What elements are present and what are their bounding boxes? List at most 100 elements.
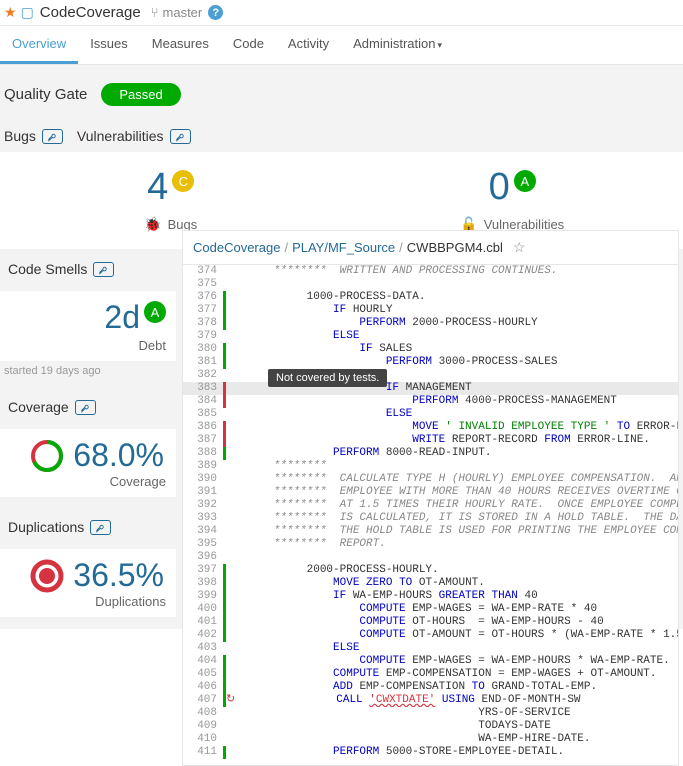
line-number: 402 [183, 629, 223, 642]
line-number: 408 [183, 707, 223, 720]
breadcrumb-root[interactable]: CodeCoverage [193, 240, 280, 255]
line-number: 377 [183, 304, 223, 317]
code-line[interactable]: 395 ******** REPORT. [183, 538, 678, 551]
code-line[interactable]: 398 MOVE ZERO TO OT-AMOUNT. [183, 577, 678, 590]
key-icon[interactable] [170, 129, 191, 144]
code-line[interactable]: 390 ******** CALCULATE TYPE H (HOURLY) E… [183, 473, 678, 486]
line-number: 407 [183, 694, 223, 707]
code-line[interactable]: 402 COMPUTE OT-AMOUNT = OT-HOURS * (WA-E… [183, 629, 678, 642]
code-line[interactable]: 411 PERFORM 5000-STORE-EMPLOYEE-DETAIL. [183, 746, 678, 759]
dup-donut-icon [29, 558, 65, 594]
favorite-outline-icon[interactable]: ☆ [513, 239, 526, 256]
key-icon[interactable] [93, 262, 114, 277]
tab-administration[interactable]: Administration▾ [341, 26, 454, 64]
code-text: PERFORM 4000-PROCESS-MANAGEMENT [234, 395, 678, 408]
tab-overview[interactable]: Overview [0, 26, 78, 64]
coverage-marker [223, 265, 226, 278]
code-line[interactable]: 387 WRITE REPORT-RECORD FROM ERROR-LINE. [183, 434, 678, 447]
code-line[interactable]: 378 PERFORM 2000-PROCESS-HOURLY [183, 317, 678, 330]
dup-label: Duplications [0, 594, 166, 609]
coverage-marker [223, 603, 226, 616]
code-line[interactable]: 403 ELSE [183, 642, 678, 655]
coverage-marker [223, 525, 226, 538]
code-text: TODAYS-DATE [234, 720, 678, 733]
code-line[interactable]: 377 IF HOURLY [183, 304, 678, 317]
code-line[interactable]: 408 YRS-OF-SERVICE [183, 707, 678, 720]
code-text: YRS-OF-SERVICE [234, 707, 678, 720]
coverage-marker [223, 343, 226, 356]
code-line[interactable]: 389 ******** [183, 460, 678, 473]
bugs-metric[interactable]: 4 C 🐞Bugs [0, 168, 342, 233]
code-line[interactable]: 410 WA-EMP-HIRE-DATE. [183, 733, 678, 746]
code-line[interactable]: 394 ******** THE HOLD TABLE IS USED FOR … [183, 525, 678, 538]
line-number: 399 [183, 590, 223, 603]
code-text: MOVE ZERO TO OT-AMOUNT. [234, 577, 678, 590]
coverage-marker [223, 629, 226, 642]
coverage-marker [223, 668, 226, 681]
code-line[interactable]: 404 COMPUTE EMP-WAGES = WA-EMP-HOURS * W… [183, 655, 678, 668]
code-line[interactable]: 409 TODAYS-DATE [183, 720, 678, 733]
tab-measures[interactable]: Measures [140, 26, 221, 64]
help-icon[interactable]: ? [208, 5, 223, 20]
line-number: 383 [183, 382, 223, 395]
code-line[interactable]: 407↻ CALL 'CWXTDATE' USING END-OF-MONTH-… [183, 694, 678, 707]
code-line[interactable]: 400 COMPUTE EMP-WAGES = WA-EMP-RATE * 40 [183, 603, 678, 616]
coverage-label: Coverage [0, 474, 166, 489]
code-line[interactable]: 376 1000-PROCESS-DATA. [183, 291, 678, 304]
tab-issues[interactable]: Issues [78, 26, 140, 64]
code-text: ******** THE HOLD TABLE IS USED FOR PRIN… [234, 525, 678, 538]
coverage-marker [223, 330, 226, 343]
line-number: 387 [183, 434, 223, 447]
code-line[interactable]: 392 ******** AT 1.5 TIMES THEIR HOURLY R… [183, 499, 678, 512]
issue-marker-icon[interactable]: ↻ [226, 694, 235, 707]
key-icon[interactable] [75, 400, 96, 415]
key-icon[interactable] [90, 520, 111, 535]
line-number: 403 [183, 642, 223, 655]
vuln-title: Vulnerabilities [77, 128, 164, 144]
favorite-icon[interactable]: ★ [4, 4, 17, 21]
code-line[interactable]: 393 ******** IS CALCULATED, IT IS STORED… [183, 512, 678, 525]
code-line[interactable]: 401 COMPUTE OT-HOURS = WA-EMP-HOURS - 40 [183, 616, 678, 629]
code-line[interactable]: 380 IF SALES [183, 343, 678, 356]
coverage-marker [223, 551, 226, 564]
code-line[interactable]: 391 ******** EMPLOYEE WITH MORE THAN 40 … [183, 486, 678, 499]
code-text: COMPUTE EMP-WAGES = WA-EMP-RATE * 40 [234, 603, 678, 616]
code-line[interactable]: 382 ELSE [183, 369, 678, 382]
code-line[interactable]: 381 PERFORM 3000-PROCESS-SALES [183, 356, 678, 369]
code-line[interactable]: 396 [183, 551, 678, 564]
dup-panel[interactable]: 36.5% Duplications [0, 549, 176, 617]
coverage-marker [223, 473, 226, 486]
coverage-marker [223, 564, 226, 577]
code-area[interactable]: 374 ******** WRITTEN AND PROCESSING CONT… [183, 265, 678, 759]
breadcrumb-folder[interactable]: PLAY/MF_Source [292, 240, 395, 255]
project-name[interactable]: CodeCoverage [40, 4, 141, 21]
key-icon[interactable] [42, 129, 63, 144]
line-number: 380 [183, 343, 223, 356]
code-line[interactable]: 386 MOVE ' INVALID EMPLOYEE TYPE ' TO ER… [183, 421, 678, 434]
coverage-panel[interactable]: 68.0% Coverage [0, 429, 176, 497]
vuln-metric[interactable]: 0 A 🔓Vulnerabilities [342, 168, 683, 233]
bugs-rating: C [172, 170, 194, 192]
line-number: 381 [183, 356, 223, 369]
code-line[interactable]: 379 ELSE [183, 330, 678, 343]
code-line[interactable]: 375 [183, 278, 678, 291]
tab-activity[interactable]: Activity [276, 26, 341, 64]
code-line[interactable]: 388 PERFORM 8000-READ-INPUT. [183, 447, 678, 460]
coverage-marker [223, 369, 226, 382]
code-line[interactable]: 374 ******** WRITTEN AND PROCESSING CONT… [183, 265, 678, 278]
coverage-marker [223, 642, 226, 655]
code-line[interactable]: 406 ADD EMP-COMPENSATION TO GRAND-TOTAL-… [183, 681, 678, 694]
line-number: 396 [183, 551, 223, 564]
code-line[interactable]: 384 PERFORM 4000-PROCESS-MANAGEMENT [183, 395, 678, 408]
code-line[interactable]: 405 COMPUTE EMP-COMPENSATION = EMP-WAGES… [183, 668, 678, 681]
tab-code[interactable]: Code [221, 26, 276, 64]
code-line[interactable]: 399 IF WA-EMP-HOURS GREATER THAN 40 [183, 590, 678, 603]
branch-name[interactable]: master [163, 5, 203, 20]
code-text: COMPUTE EMP-WAGES = WA-EMP-HOURS * WA-EM… [234, 655, 678, 668]
code-text: ******** CALCULATE TYPE H (HOURLY) EMPLO… [234, 473, 678, 486]
code-line[interactable]: 385 ELSE [183, 408, 678, 421]
code-line[interactable]: 383 IF MANAGEMENT [183, 382, 678, 395]
code-line[interactable]: 397 2000-PROCESS-HOURLY. [183, 564, 678, 577]
code-text: ******** WRITTEN AND PROCESSING CONTINUE… [234, 265, 678, 278]
debt-panel[interactable]: 2d A Debt [0, 291, 176, 361]
